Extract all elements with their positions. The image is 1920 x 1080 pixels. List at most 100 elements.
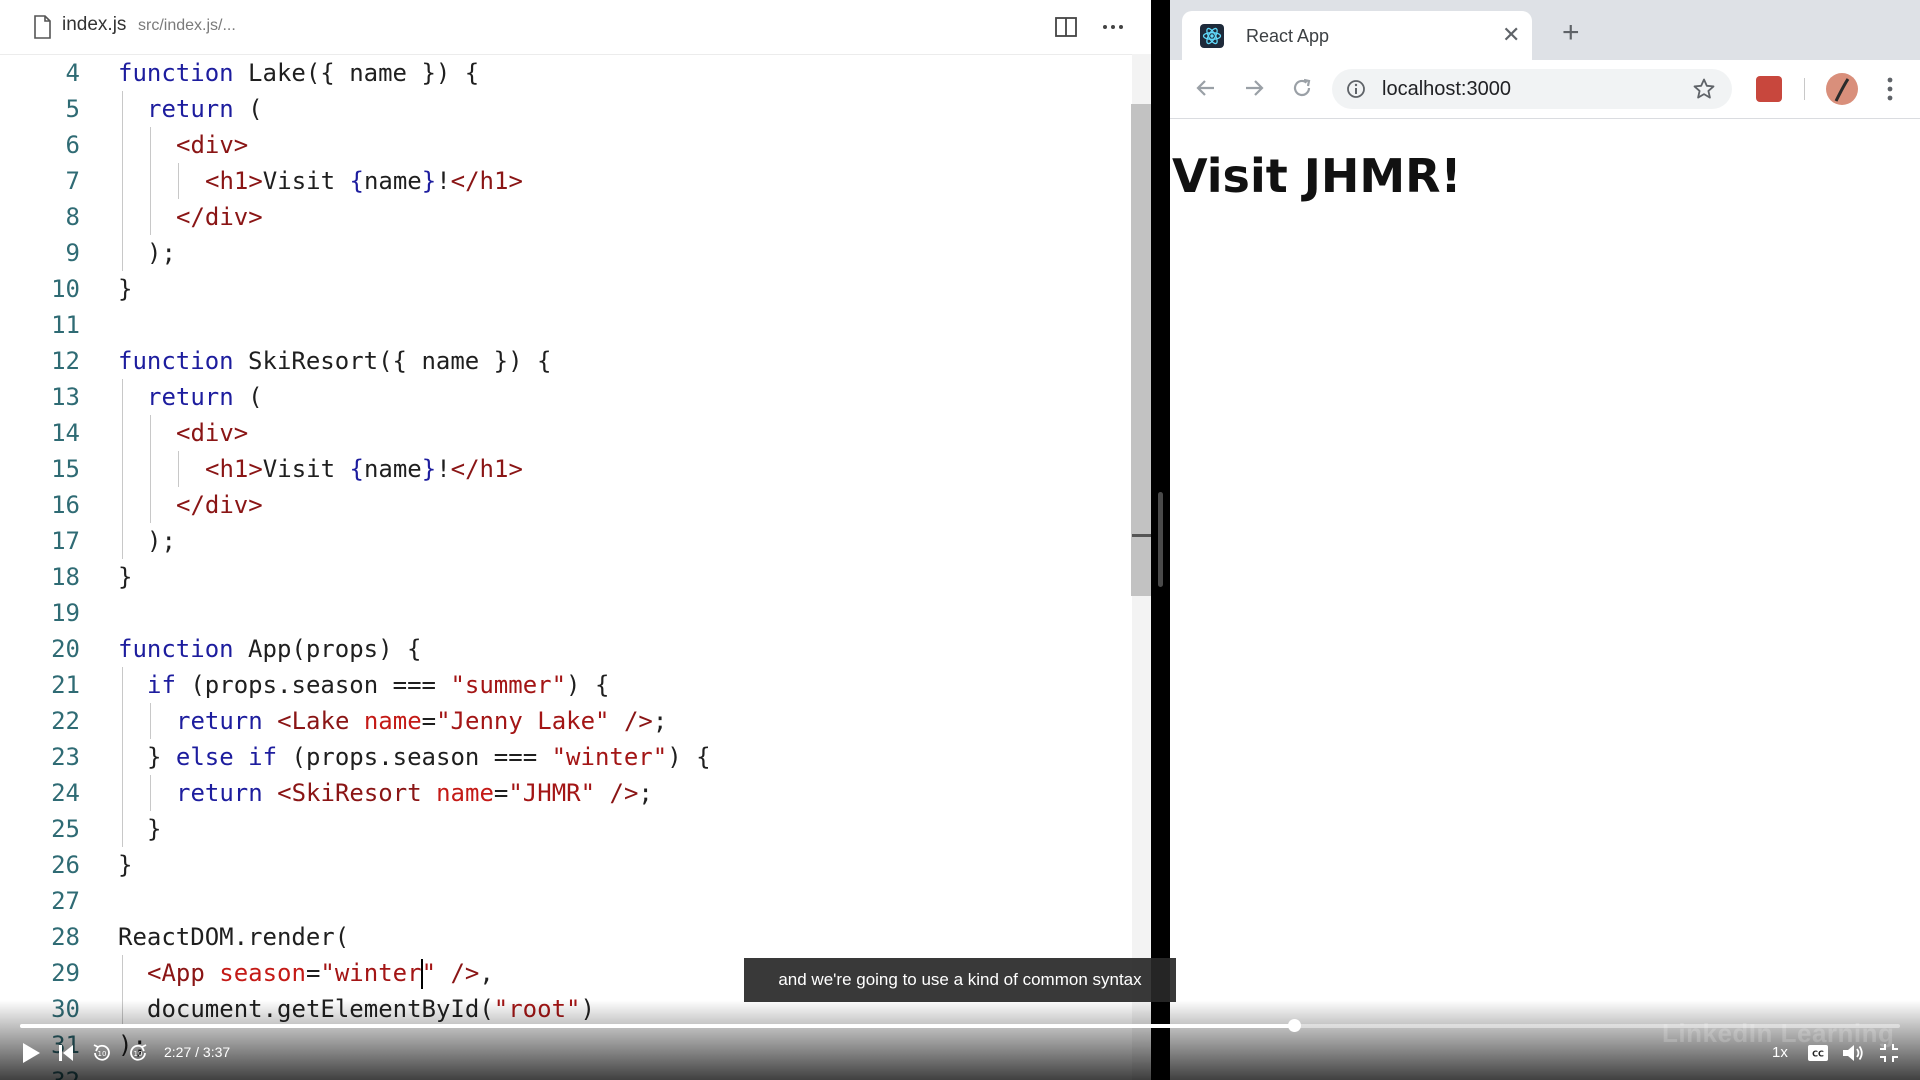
split-editor-button[interactable]: [1051, 12, 1081, 42]
rendered-page: Visit JHMR!: [1170, 119, 1920, 1080]
file-name[interactable]: index.js: [62, 14, 126, 36]
captions-icon: CC: [1808, 1045, 1828, 1061]
code-token: function: [118, 347, 249, 375]
code-line[interactable]: 23} else if (props.season === "winter") …: [0, 739, 1120, 775]
code-token: (props.season ===: [175, 671, 451, 699]
code-line[interactable]: 14 <div>: [0, 415, 1120, 451]
code-line[interactable]: 5 return (: [0, 91, 1120, 127]
code-line[interactable]: 24 return <SkiResort name="JHMR" />;: [0, 775, 1120, 811]
code-line[interactable]: 4 function Lake({ name }) {: [0, 55, 1120, 91]
progress-scrubber[interactable]: [1287, 1019, 1301, 1032]
back-button[interactable]: [1190, 72, 1222, 104]
reload-button[interactable]: [1286, 72, 1318, 104]
avatar[interactable]: [1826, 73, 1858, 105]
plus-icon[interactable]: +: [1562, 18, 1580, 48]
volume-icon: [1843, 1045, 1863, 1061]
code-token: SkiResort({ name }) {: [248, 347, 552, 375]
indent-guide: [122, 667, 123, 703]
code-token: return: [176, 779, 278, 807]
code-line[interactable]: 12 function SkiResort({ name }) {: [0, 343, 1120, 379]
code-token: (: [233, 383, 263, 411]
code-token: App(props) {: [248, 635, 422, 663]
code-line[interactable]: 27: [0, 883, 1120, 919]
star-icon[interactable]: [1692, 77, 1716, 101]
code-token: }: [147, 815, 162, 843]
line-number: 10: [51, 275, 80, 303]
svg-text:CC: CC: [1812, 1050, 1824, 1059]
rewind-10-button[interactable]: 10: [90, 1038, 114, 1068]
code-line[interactable]: 18}: [0, 559, 1120, 595]
code-token: =: [493, 779, 509, 807]
more-actions-button[interactable]: [1098, 12, 1128, 42]
code-editor[interactable]: index.js src/index.js/... 4 function Lake…: [0, 0, 1151, 1080]
play-button[interactable]: [18, 1038, 44, 1068]
code-area[interactable]: 4 function Lake({ name }) {5 return (6 <div…: [0, 54, 1132, 1080]
address-bar[interactable]: localhost:3000: [1332, 69, 1732, 109]
extension-icon[interactable]: [1756, 76, 1782, 102]
playback-speed-button[interactable]: 1x: [1772, 1044, 1788, 1061]
code-token: name: [363, 455, 422, 483]
code-text: <div>: [176, 415, 248, 451]
code-token: {: [349, 455, 364, 483]
indent-guide: [122, 163, 123, 199]
line-number: 27: [51, 887, 80, 915]
forward-10-button[interactable]: 10: [126, 1038, 150, 1068]
code-line[interactable]: 28 ReactDOM.render(: [0, 919, 1120, 955]
code-text: ReactDOM.render(: [118, 919, 349, 955]
code-token: }: [147, 743, 176, 771]
code-line[interactable]: 20 function App(props) {: [0, 631, 1120, 667]
line-number: 18: [51, 563, 80, 591]
code-line[interactable]: 7 <h1>Visit {name}!</h1>: [0, 163, 1120, 199]
code-token: !: [436, 167, 451, 195]
code-token: Visit: [262, 167, 350, 195]
code-token: {: [349, 167, 364, 195]
indent-guide: [150, 199, 151, 235]
code-text: return <Lake name="Jenny Lake" />;: [176, 703, 667, 739]
code-token: name: [363, 707, 422, 735]
code-line[interactable]: 13 return (: [0, 379, 1120, 415]
code-token: function: [118, 635, 249, 663]
editor-scrollbar-thumb[interactable]: [1131, 104, 1151, 596]
exit-fullscreen-button[interactable]: [1876, 1038, 1902, 1068]
browser-tab[interactable]: React App ✕: [1182, 11, 1532, 60]
line-number: 23: [51, 743, 80, 771]
line-number: 6: [65, 131, 80, 159]
split-drag-handle[interactable]: [1158, 492, 1163, 587]
code-text: }: [147, 811, 161, 847]
forward-button[interactable]: [1238, 72, 1270, 104]
url-text[interactable]: localhost:3000: [1382, 78, 1511, 101]
code-line[interactable]: 11: [0, 307, 1120, 343]
code-line[interactable]: 8 </div>: [0, 199, 1120, 235]
subtitle-caption: and we're going to use a kind of common …: [744, 958, 1176, 1002]
previous-button[interactable]: [54, 1038, 78, 1068]
line-number: 9: [65, 239, 80, 267]
code-line[interactable]: 16 </div>: [0, 487, 1120, 523]
captions-button[interactable]: CC: [1806, 1038, 1830, 1068]
code-token: name: [363, 167, 422, 195]
code-text: </div>: [176, 199, 263, 235]
code-line[interactable]: 15 <h1>Visit {name}!</h1>: [0, 451, 1120, 487]
code-token: (: [233, 95, 263, 123]
code-line[interactable]: 26}: [0, 847, 1120, 883]
code-token: ": [421, 959, 437, 987]
code-token: "summer": [450, 671, 567, 699]
kebab-menu-icon[interactable]: [1882, 75, 1898, 103]
code-line[interactable]: 9);: [0, 235, 1120, 271]
playback-time: 2:27 / 3:37: [164, 1044, 231, 1060]
code-text: <h1>Visit {name}!</h1>: [205, 163, 523, 199]
indent-guide: [122, 235, 123, 271]
code-line[interactable]: 10}: [0, 271, 1120, 307]
code-token: }: [421, 455, 437, 483]
indent-guide: [122, 703, 123, 739]
info-icon[interactable]: [1346, 79, 1366, 99]
close-icon[interactable]: ✕: [1502, 23, 1520, 47]
browser-window: React App ✕ + localhost:3000 Visit JHMR!: [1170, 0, 1920, 1080]
code-line[interactable]: 19: [0, 595, 1120, 631]
code-line[interactable]: 21 if (props.season === "summer") {: [0, 667, 1120, 703]
code-line[interactable]: 6 <div>: [0, 127, 1120, 163]
code-line[interactable]: 17);: [0, 523, 1120, 559]
code-token: "Jenny Lake": [436, 707, 610, 735]
code-line[interactable]: 25}: [0, 811, 1120, 847]
code-line[interactable]: 22 return <Lake name="Jenny Lake" />;: [0, 703, 1120, 739]
volume-button[interactable]: [1840, 1038, 1866, 1068]
